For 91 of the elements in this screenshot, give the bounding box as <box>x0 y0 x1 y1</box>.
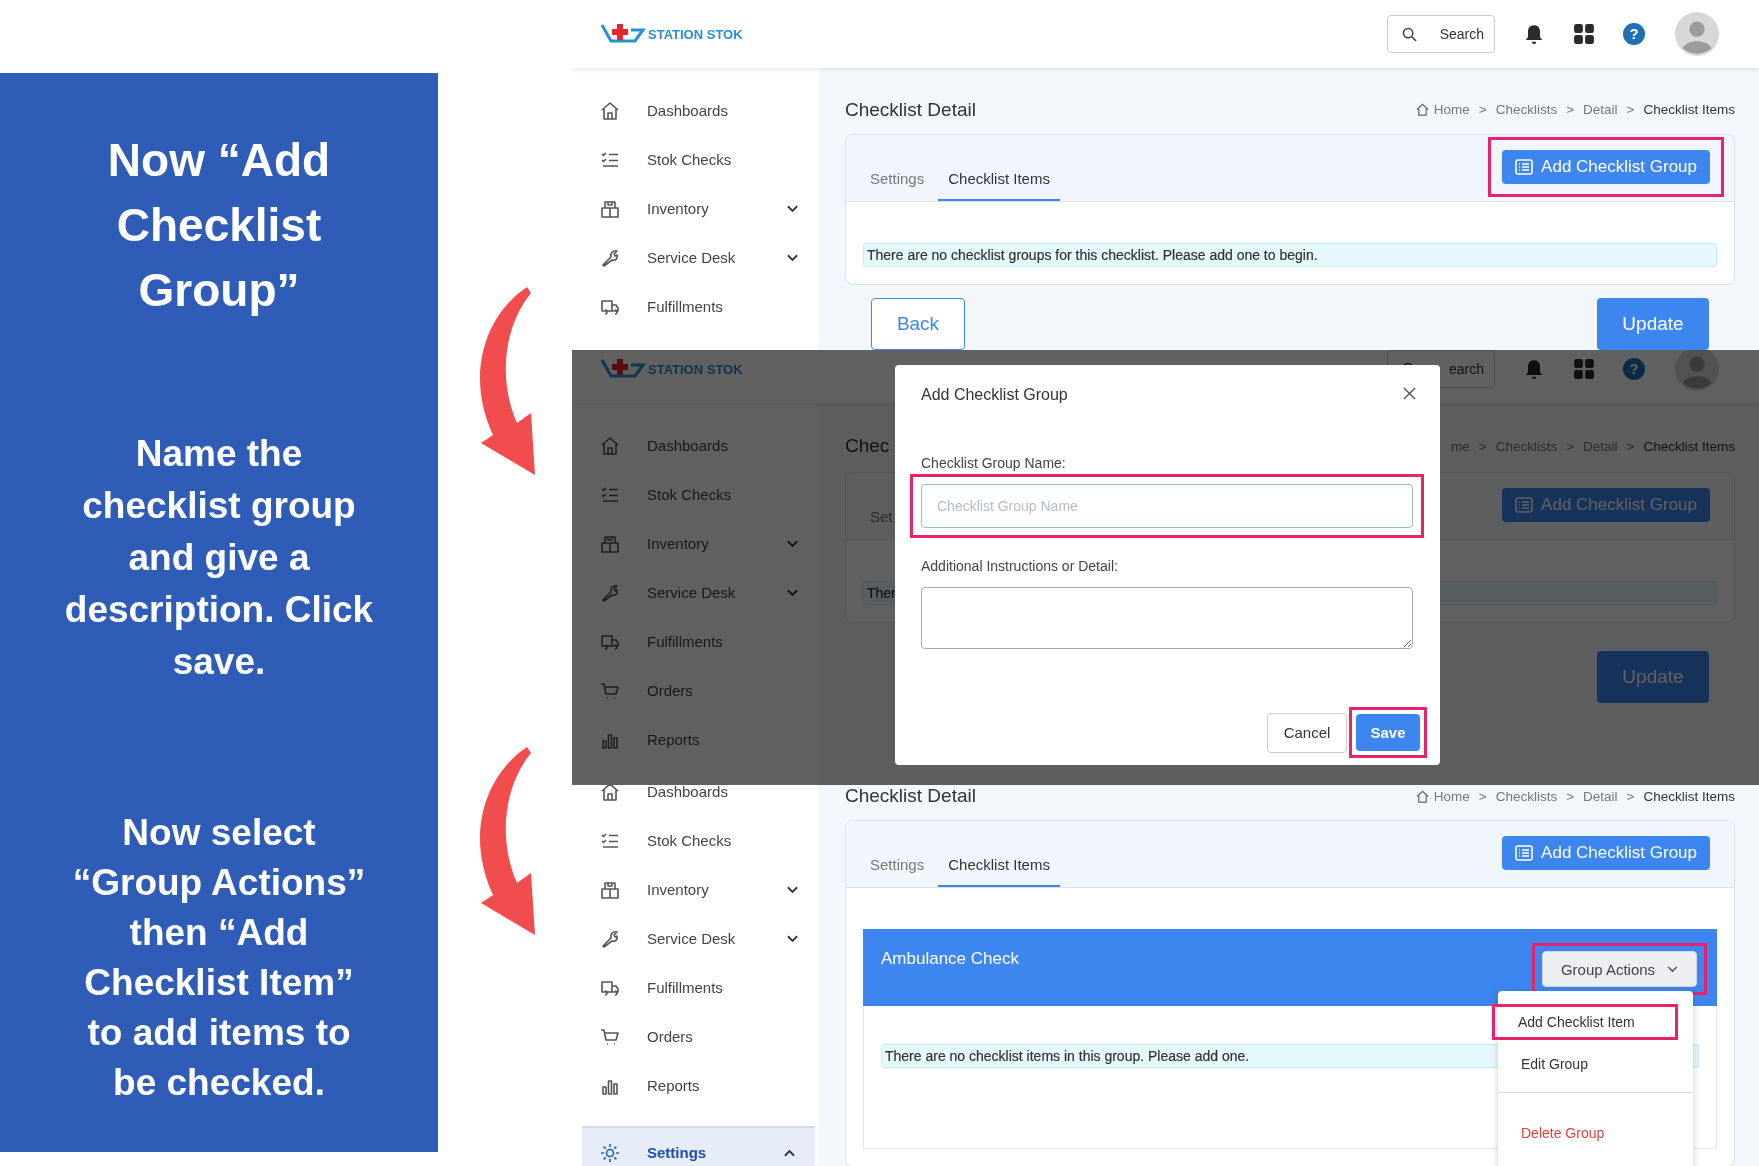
sidebar-item[interactable]: Service Desk <box>572 233 818 282</box>
tab[interactable]: Settings <box>860 170 935 201</box>
breadcrumb-separator: > <box>1478 102 1487 117</box>
sidebar-item[interactable]: Inventory <box>572 865 818 914</box>
sidebar-item[interactable]: Inventory <box>572 519 818 568</box>
add-group-button[interactable]: Add Checklist Group <box>1502 836 1710 870</box>
list-icon <box>1515 497 1534 513</box>
avatar-icon[interactable] <box>1675 12 1719 56</box>
breadcrumb-separator: > <box>1566 788 1575 804</box>
close-icon[interactable] <box>1403 387 1416 400</box>
sidebar-item[interactable]: Dashboards <box>572 785 818 816</box>
group-actions-button[interactable]: Group Actions <box>1542 951 1697 987</box>
add-group-button[interactable]: Add Checklist Group <box>1502 150 1710 184</box>
modal-title: Add Checklist Group <box>921 385 1068 405</box>
boxes-icon <box>600 198 620 219</box>
sidebar-item[interactable]: Reports <box>572 1061 818 1110</box>
home-icon <box>600 785 620 802</box>
menu-item[interactable]: Delete Group <box>1498 1115 1693 1151</box>
list-icon <box>1515 159 1534 175</box>
sidebar-item[interactable]: Stok Checks <box>572 816 818 865</box>
sidebar-item[interactable]: Dashboards <box>572 421 818 470</box>
sidebar-item[interactable]: Stok Checks <box>572 470 818 519</box>
breadcrumb-separator: > <box>1626 788 1635 804</box>
wrench-icon <box>600 582 620 603</box>
search-field[interactable]: Search <box>1387 15 1495 53</box>
cart-icon <box>600 680 620 701</box>
instruction-text: Now select “Group Actions” then “Add Checklist Item” to add items to be checked. <box>71 811 367 1105</box>
save-button[interactable]: Save <box>1356 714 1420 751</box>
group-name: Ambulance Check <box>881 949 1019 969</box>
breadcrumb-link[interactable]: Detail <box>1583 102 1618 117</box>
back-button[interactable]: Back <box>871 298 965 350</box>
text-area[interactable] <box>921 587 1413 649</box>
text-field[interactable]: Checklist Group Name <box>921 484 1413 528</box>
caret-icon <box>1667 965 1679 973</box>
help-button[interactable]: ? <box>1623 23 1645 45</box>
breadcrumb-separator: > <box>1566 438 1575 454</box>
sidebar-item[interactable]: Fulfillments <box>572 617 818 666</box>
info-message: There are no checklist groups for this checklist. Please add one to begin. <box>863 243 1717 267</box>
logo-icon <box>600 22 646 46</box>
sidebar-item[interactable]: Service Desk <box>572 568 818 617</box>
help-button[interactable]: ? <box>1623 358 1645 380</box>
boxes-icon <box>600 879 620 900</box>
field-label: Checklist Group Name: <box>921 454 1067 473</box>
logo-icon <box>600 357 646 381</box>
page-title: Checklist Detail <box>845 98 976 121</box>
logo-text: STATION STOK <box>648 361 743 377</box>
breadcrumb-separator: > <box>1626 102 1635 117</box>
tab[interactable]: Checklist Items <box>938 170 1060 201</box>
tab[interactable]: Settings <box>860 856 935 887</box>
field-label: Additional Instructions or Detail: <box>921 557 1119 576</box>
sidebar-item[interactable]: Orders <box>572 1012 818 1061</box>
breadcrumb-link[interactable]: Detail <box>1583 788 1618 804</box>
wrench-icon <box>600 247 620 268</box>
instruction-text: Name the checklist group and give a description. Click save. <box>63 432 375 684</box>
boxes-icon <box>600 533 620 554</box>
cart-icon <box>600 1026 620 1047</box>
sidebar-item[interactable]: Settings <box>582 1126 815 1166</box>
breadcrumb-separator: > <box>1478 788 1487 804</box>
breadcrumb-link[interactable]: Home <box>1433 102 1470 117</box>
breadcrumb-link[interactable]: Home <box>1433 788 1470 804</box>
menu-item[interactable]: Add Checklist Item <box>1492 1004 1678 1040</box>
checklist-icon <box>600 484 620 505</box>
breadcrumb-separator: > <box>1478 438 1487 454</box>
sidebar-item[interactable]: Fulfillments <box>572 282 818 331</box>
breadcrumb-separator: > <box>1566 102 1575 117</box>
sidebar-item[interactable]: Inventory <box>572 184 818 233</box>
page-title: Chec <box>845 435 890 457</box>
sidebar-item[interactable]: Fulfillments <box>572 963 818 1012</box>
bell-icon[interactable] <box>1523 23 1545 45</box>
breadcrumb-separator: > <box>1626 438 1635 454</box>
sidebar-item[interactable]: Stok Checks <box>572 135 818 184</box>
checklist-icon <box>600 830 620 851</box>
sidebar-item[interactable]: Service Desk <box>572 914 818 963</box>
wrench-icon <box>600 928 620 949</box>
avatar-icon[interactable] <box>1675 350 1719 391</box>
cancel-button[interactable]: Cancel <box>1267 712 1347 753</box>
checklist-icon <box>600 149 620 170</box>
breadcrumb-link[interactable]: Checklists <box>1495 788 1558 804</box>
breadcrumb-link[interactable]: Checklists <box>1495 102 1558 117</box>
tab[interactable]: Checklist Items <box>938 856 1060 887</box>
list-icon <box>1515 845 1534 861</box>
home-icon <box>600 100 620 121</box>
home-icon <box>600 435 620 456</box>
sidebar-item[interactable]: Dashboards <box>572 86 818 135</box>
page-title: Checklist Detail <box>845 785 976 807</box>
logo-text: STATION STOK <box>648 26 743 42</box>
grid-icon[interactable] <box>1573 23 1595 45</box>
instruction-text: Now “Add Checklist Group” <box>106 133 332 318</box>
sidebar-item[interactable]: Orders <box>572 666 818 715</box>
sidebar-item[interactable]: Reports <box>572 715 818 764</box>
update-button[interactable]: Update <box>1597 298 1709 350</box>
